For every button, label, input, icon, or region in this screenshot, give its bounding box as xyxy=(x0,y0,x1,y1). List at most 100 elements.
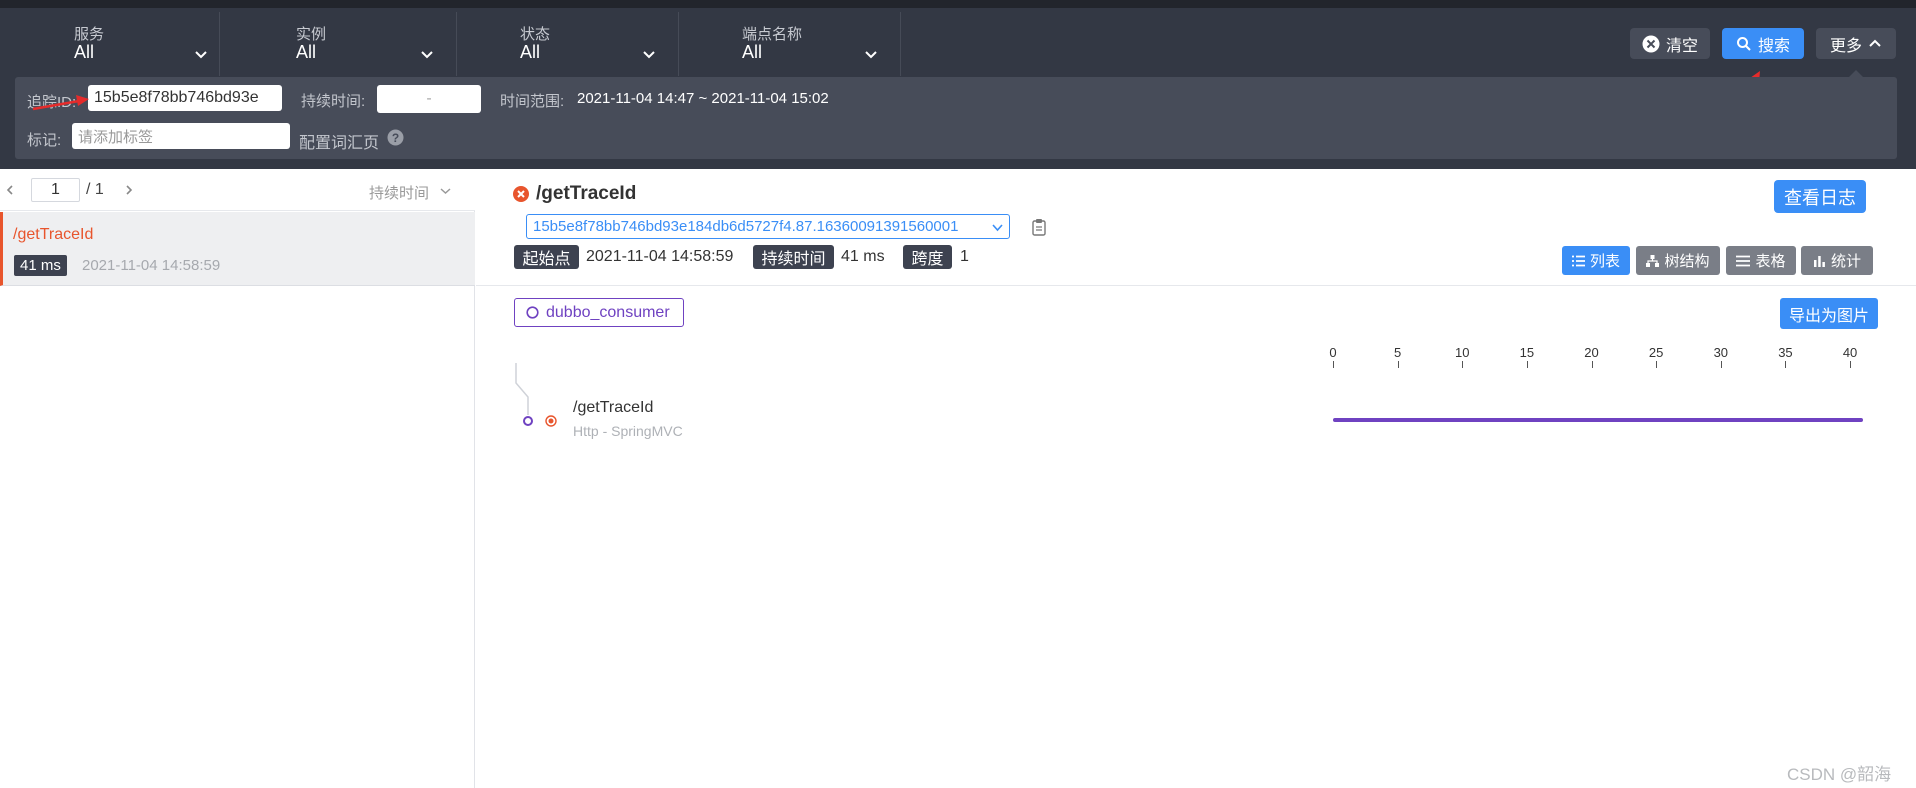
axis-tick-label: 20 xyxy=(1584,345,1599,360)
tags-input[interactable]: 请添加标签 xyxy=(72,123,290,149)
span-duration-bar[interactable] xyxy=(1333,418,1863,422)
axis-tick-label: 15 xyxy=(1519,345,1535,360)
view-list-button[interactable]: 列表 xyxy=(1562,246,1630,275)
svg-text:?: ? xyxy=(392,131,399,145)
trace-title: /getTraceId xyxy=(536,183,637,204)
filter-endpoint-label: 端点名称 xyxy=(742,26,803,43)
tags-label: 标记: xyxy=(27,132,62,149)
span-component: Http - SpringMVC xyxy=(573,423,683,439)
search-icon xyxy=(1736,36,1751,51)
start-tag-label: 起始点 xyxy=(522,251,571,268)
filter-service-label: 服务 xyxy=(74,26,105,43)
chevron-up-icon xyxy=(1869,39,1881,47)
error-icon xyxy=(513,186,529,207)
duration-separator: - xyxy=(426,90,432,107)
duration-tag-label: 持续时间 xyxy=(761,251,826,268)
chevron-down-icon xyxy=(992,224,1003,232)
filter-bar: 服务 All 实例 All 状态 All 端点名称 All 清空 搜索 更多 追… xyxy=(0,0,1916,169)
time-range-value[interactable]: 2021-11-04 14:47 ~ 2021-11-04 15:02 xyxy=(577,90,829,107)
trace-item-name: /getTraceId xyxy=(13,226,94,243)
chevron-down-icon xyxy=(440,188,451,195)
more-button[interactable]: 更多 xyxy=(1816,28,1896,59)
view-tree-label: 树结构 xyxy=(1664,253,1710,270)
time-range-label: 时间范围: xyxy=(500,93,565,110)
start-value: 2021-11-04 14:58:59 xyxy=(586,248,734,265)
chevron-down-icon xyxy=(865,51,877,59)
filter-status[interactable]: 状态 All xyxy=(459,12,679,76)
view-logs-label: 查看日志 xyxy=(1784,187,1856,208)
axis-tick-mark xyxy=(1462,361,1464,368)
annotation-arrow-traceid xyxy=(32,95,89,111)
axis-tick-label: 5 xyxy=(1394,345,1402,360)
axis-tick-label: 40 xyxy=(1842,345,1858,360)
trace-id-value: 15b5e8f78bb746bd93e xyxy=(94,89,259,106)
trace-id-input[interactable]: 15b5e8f78bb746bd93e xyxy=(88,85,282,111)
trace-item-duration: 41 ms xyxy=(14,255,67,276)
sort-dropdown[interactable]: 持续时间 xyxy=(369,182,429,203)
axis-tick-mark xyxy=(1333,361,1334,368)
clear-button[interactable]: 清空 xyxy=(1630,28,1710,59)
view-table-label: 表格 xyxy=(1755,253,1786,270)
page-number: 1 xyxy=(51,181,60,198)
table-icon xyxy=(1736,255,1751,266)
export-image-label: 导出为图片 xyxy=(1788,307,1869,325)
chevron-down-icon xyxy=(195,51,207,59)
filter-endpoint-value: All xyxy=(742,42,763,62)
clear-label: 清空 xyxy=(1665,37,1698,55)
span-value: 1 xyxy=(960,248,969,265)
trace-item-time: 2021-11-04 14:58:59 xyxy=(82,257,221,274)
trace-list-item[interactable]: /getTraceId 41 ms 2021-11-04 14:58:59 xyxy=(0,212,475,286)
trace-id-select-value: 15b5e8f78bb746bd93e184db6d5727f4.87.1636… xyxy=(533,218,959,235)
top-strip xyxy=(0,0,1916,8)
bar-chart-icon xyxy=(1813,255,1825,267)
span-name[interactable]: /getTraceId xyxy=(573,399,653,417)
export-image-button[interactable]: 导出为图片 xyxy=(1780,298,1878,329)
page-total: / 1 xyxy=(86,181,104,198)
duration-value: 41 ms xyxy=(841,248,885,265)
trace-id-select[interactable]: 15b5e8f78bb746bd93e184db6d5727f4.87.1636… xyxy=(526,214,1010,239)
chevron-down-icon xyxy=(643,51,655,59)
axis-tick-mark xyxy=(1397,361,1399,368)
search-button[interactable]: 搜索 xyxy=(1722,28,1804,59)
span-error-icon xyxy=(545,415,557,427)
service-chip[interactable]: dubbo_consumer xyxy=(514,298,684,327)
view-stats-button[interactable]: 统计 xyxy=(1801,246,1873,275)
advanced-filter-panel: 追踪ID: 15b5e8f78bb746bd93e 持续时间: - 时间范围: … xyxy=(15,77,1897,159)
span-tag: 跨度 xyxy=(903,245,952,269)
duration-tag: 持续时间 xyxy=(753,245,834,269)
axis-tick-mark xyxy=(1720,361,1722,368)
axis-tick-mark xyxy=(1526,361,1528,368)
close-circle-icon xyxy=(1642,35,1660,52)
filter-instance-label: 实例 xyxy=(296,26,327,43)
config-link[interactable]: 配置词汇页 xyxy=(299,129,379,153)
view-list-label: 列表 xyxy=(1589,253,1620,270)
view-tree-button[interactable]: 树结构 xyxy=(1636,246,1720,275)
service-chip-label: dubbo_consumer xyxy=(546,303,670,321)
axis-tick-label: 30 xyxy=(1713,345,1729,360)
filter-instance-value: All xyxy=(296,42,317,62)
view-table-button[interactable]: 表格 xyxy=(1726,246,1796,275)
tags-placeholder: 请添加标签 xyxy=(78,128,154,146)
duration-label: 持续时间: xyxy=(301,93,366,110)
filter-instance[interactable]: 实例 All xyxy=(237,12,457,76)
trace-list-panel: 1 / 1 持续时间 /getTraceId 41 ms 2021-11-04 … xyxy=(0,169,475,788)
list-icon xyxy=(1571,255,1585,266)
view-stats-label: 统计 xyxy=(1830,253,1861,270)
duration-input[interactable]: - xyxy=(377,85,481,113)
filter-service[interactable]: 服务 All xyxy=(0,12,220,76)
axis-tick-mark xyxy=(1785,361,1787,368)
axis-tick-mark xyxy=(1656,361,1658,368)
chevron-left-icon[interactable] xyxy=(5,184,15,196)
more-label: 更多 xyxy=(1829,37,1862,55)
axis-tick-mark xyxy=(1850,361,1852,368)
axis-tick-label: 25 xyxy=(1648,345,1664,360)
watermark: CSDN @韶海 xyxy=(1787,765,1892,784)
help-icon[interactable]: ? xyxy=(387,129,404,146)
span-node-icon[interactable] xyxy=(522,415,534,427)
page-input[interactable]: 1 xyxy=(31,178,80,202)
clipboard-icon[interactable] xyxy=(1032,218,1046,236)
chevron-right-icon[interactable] xyxy=(124,184,134,196)
axis-tick-label: 10 xyxy=(1455,345,1470,360)
view-logs-button[interactable]: 查看日志 xyxy=(1774,180,1866,213)
filter-endpoint[interactable]: 端点名称 All xyxy=(681,12,901,76)
